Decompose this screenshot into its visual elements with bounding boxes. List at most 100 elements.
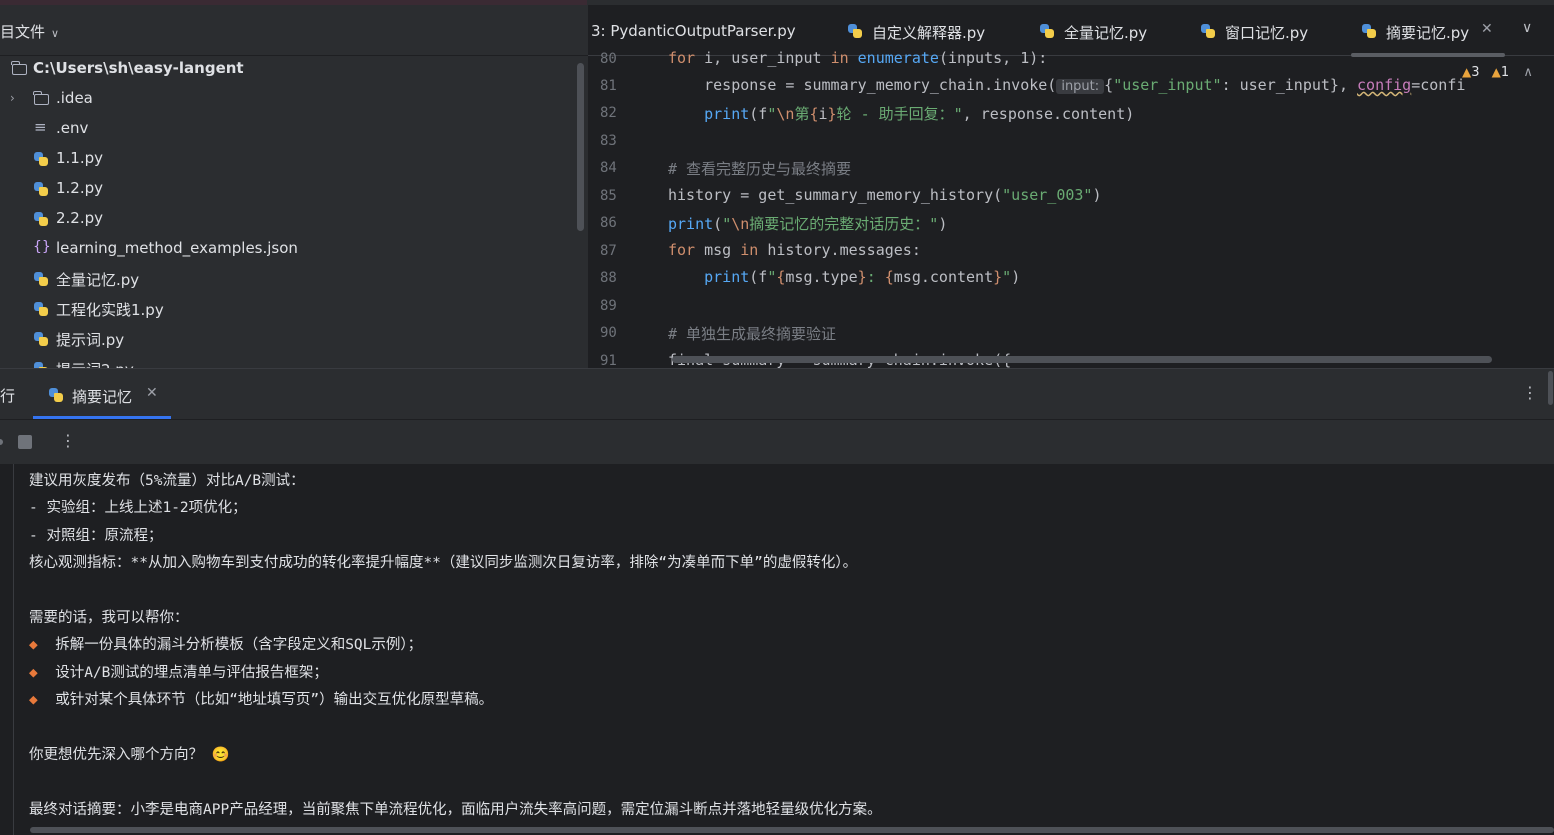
orange-diamond-icon: ◆	[29, 664, 38, 681]
chevron-down-icon[interactable]: ∨	[1522, 20, 1532, 36]
code-line: # 查看完整历史与最终摘要	[668, 160, 852, 178]
orange-diamond-icon: ◆	[29, 692, 38, 709]
tree-item-label: 工程化实践1.py	[56, 301, 164, 319]
tree-item-root[interactable]: C:\Users\sh\easy-langent	[0, 54, 575, 84]
python-file-icon	[33, 271, 49, 287]
code-line: print(f"\n第{i}轮 - 助手回复：", response.conte…	[704, 105, 1135, 123]
tab-label: 窗口记忆.py	[1225, 24, 1309, 42]
code-line: history = get_summary_memory_history("us…	[668, 186, 1102, 204]
run-tab-label: 摘要记忆	[72, 388, 133, 406]
inspection-widget[interactable]: ▲3 ▲1 ∧	[1462, 65, 1533, 80]
tree-item-label: 提示词.py	[56, 331, 125, 349]
tree-item-label: 1.2.py	[56, 179, 104, 197]
tree-item-file[interactable]: 1.2.py	[0, 174, 575, 204]
tree-item-file[interactable]: 2.2.py	[0, 204, 575, 234]
editor-panel: 3: PydanticOutputParser.py 自定义解释器.py 全量记…	[588, 5, 1554, 368]
python-file-icon	[33, 331, 49, 347]
tree-item-label: 提示词2.py	[56, 359, 134, 368]
line-number: 80	[600, 51, 617, 67]
python-file-icon	[33, 181, 49, 197]
tab-full-memory[interactable]: 全量记忆.py	[1038, 5, 1178, 55]
code-line: for i, user_input in enumerate(inputs, 1…	[668, 49, 1048, 67]
tree-item-file[interactable]: 提示词2.py	[0, 354, 575, 368]
run-panel-header: 行 摘要记忆 ✕ ⋮	[0, 369, 1554, 420]
console-bullet-text: 设计A/B测试的埋点清单与评估报告框架；	[37, 664, 328, 681]
console-bullet-line: ◆ 拆解一份具体的漏斗分析模板（含字段定义和SQL示例）；	[29, 633, 422, 654]
code-line: # 单独生成最终摘要验证	[668, 325, 837, 343]
console-line: 最终对话摘要：小李是电商APP产品经理，当前聚焦下单流程优化，面临用户流失率高问…	[29, 801, 882, 818]
line-number-gutter: 80 81 82 83 84 85 86 87 88 89 90 91	[588, 51, 652, 368]
code-line: print("\n摘要记忆的完整对话历史：")	[668, 215, 948, 233]
project-panel: 目文件 ∨ C:\Users\sh\easy-langent › .idea ≡ …	[0, 5, 588, 368]
run-panel: 行 摘要记忆 ✕ ⋮ ⋮ 建议用灰度发布（5%流量）对比A/B测试： - 实验组：…	[0, 368, 1554, 835]
rerun-icon[interactable]	[0, 439, 3, 445]
weak-warning-count: 1	[1500, 65, 1510, 80]
console-line: - 实验组：上线上述1-2项优化；	[29, 500, 247, 517]
active-tab-indicator	[33, 416, 171, 419]
tree-item-label: .env	[56, 119, 89, 137]
close-icon[interactable]: ✕	[1481, 21, 1493, 37]
python-file-icon	[33, 301, 49, 317]
tree-item-idea[interactable]: › .idea	[0, 84, 575, 114]
tab-custom-parser[interactable]: 自定义解释器.py	[846, 5, 1006, 55]
tree-item-label: learning_method_examples.json	[56, 239, 298, 257]
line-number: 88	[600, 270, 617, 286]
console-horizontal-scrollbar[interactable]	[30, 827, 1554, 833]
folder-icon	[33, 91, 49, 105]
console-line: 建议用灰度发布（5%流量）对比A/B测试：	[29, 473, 305, 489]
console-output[interactable]: 建议用灰度发布（5%流量）对比A/B测试： - 实验组：上线上述1-2项优化； - …	[0, 464, 1554, 835]
chevron-up-icon[interactable]: ∧	[1523, 65, 1533, 80]
line-number: 90	[600, 325, 617, 341]
run-panel-scrollbar[interactable]	[1548, 371, 1553, 405]
console-bullet-line: ◆ 或针对某个具体环节（比如“地址填写页”）输出交互优化原型草稿。	[29, 688, 493, 709]
project-panel-title[interactable]: 目文件 ∨	[0, 21, 59, 42]
python-file-icon	[33, 361, 49, 368]
tab-run-summary-memory[interactable]: 摘要记忆 ✕	[33, 369, 171, 419]
run-panel-label: 行	[0, 387, 16, 405]
tree-item-env[interactable]: ≡ .env	[0, 114, 575, 144]
more-options-icon[interactable]: ⋮	[60, 431, 76, 450]
tab-window-memory[interactable]: 窗口记忆.py	[1199, 5, 1339, 55]
tree-item-file[interactable]: 工程化实践1.py	[0, 294, 575, 324]
json-file-icon: {}	[33, 239, 51, 255]
line-number: 86	[600, 215, 617, 231]
tree-item-file[interactable]: 1.1.py	[0, 144, 575, 174]
close-icon[interactable]: ✕	[146, 385, 158, 401]
text-file-icon: ≡	[34, 118, 47, 136]
console-line: 需要的话，我可以帮你：	[29, 610, 189, 626]
python-file-icon	[1039, 23, 1055, 39]
editor-horizontal-scrollbar[interactable]	[672, 356, 1492, 363]
line-number: 81	[600, 78, 617, 94]
code-area[interactable]: for i, user_input in enumerate(inputs, 1…	[668, 49, 1554, 368]
tree-item-file[interactable]: {} learning_method_examples.json	[0, 234, 575, 264]
tree-item-file[interactable]: 全量记忆.py	[0, 264, 575, 294]
line-number: 84	[600, 160, 617, 176]
python-file-icon	[33, 211, 49, 227]
python-file-icon	[48, 387, 64, 403]
console-bullet-text: 拆解一份具体的漏斗分析模板（含字段定义和SQL示例）；	[37, 637, 423, 654]
tab-pydantic-output-parser[interactable]: 3: PydanticOutputParser.py	[588, 5, 828, 55]
chevron-right-icon[interactable]: ›	[10, 91, 15, 105]
python-file-icon	[1361, 23, 1377, 39]
python-file-icon	[847, 23, 863, 39]
tree-item-label: 1.1.py	[56, 149, 104, 167]
tab-summary-memory[interactable]: 摘要记忆.py ✕	[1351, 5, 1505, 55]
console-gutter	[0, 464, 14, 835]
tab-label: 3: PydanticOutputParser.py	[591, 22, 796, 40]
folder-icon	[11, 61, 27, 75]
tree-item-file[interactable]: 提示词.py	[0, 324, 575, 354]
stop-icon[interactable]	[18, 435, 32, 449]
line-number: 87	[600, 243, 617, 259]
python-file-icon	[33, 151, 49, 167]
python-file-icon	[1200, 23, 1216, 39]
project-scrollbar[interactable]	[577, 63, 584, 231]
project-panel-title-label: 目文件	[0, 23, 46, 41]
tree-item-label: .idea	[56, 89, 93, 107]
chevron-down-icon: ∨	[51, 27, 60, 40]
project-panel-header: 目文件 ∨	[0, 5, 588, 56]
console-bullet-text: 或针对某个具体环节（比如“地址填写页”）输出交互优化原型草稿。	[37, 692, 494, 709]
console-line: 核心观测指标：**从加入购物车到支付成功的转化率提升幅度**（建议同步监测次日复…	[29, 555, 858, 572]
more-options-icon[interactable]: ⋮	[1522, 383, 1538, 402]
orange-diamond-icon: ◆	[29, 637, 38, 654]
warning-icon: ▲	[1462, 65, 1472, 79]
